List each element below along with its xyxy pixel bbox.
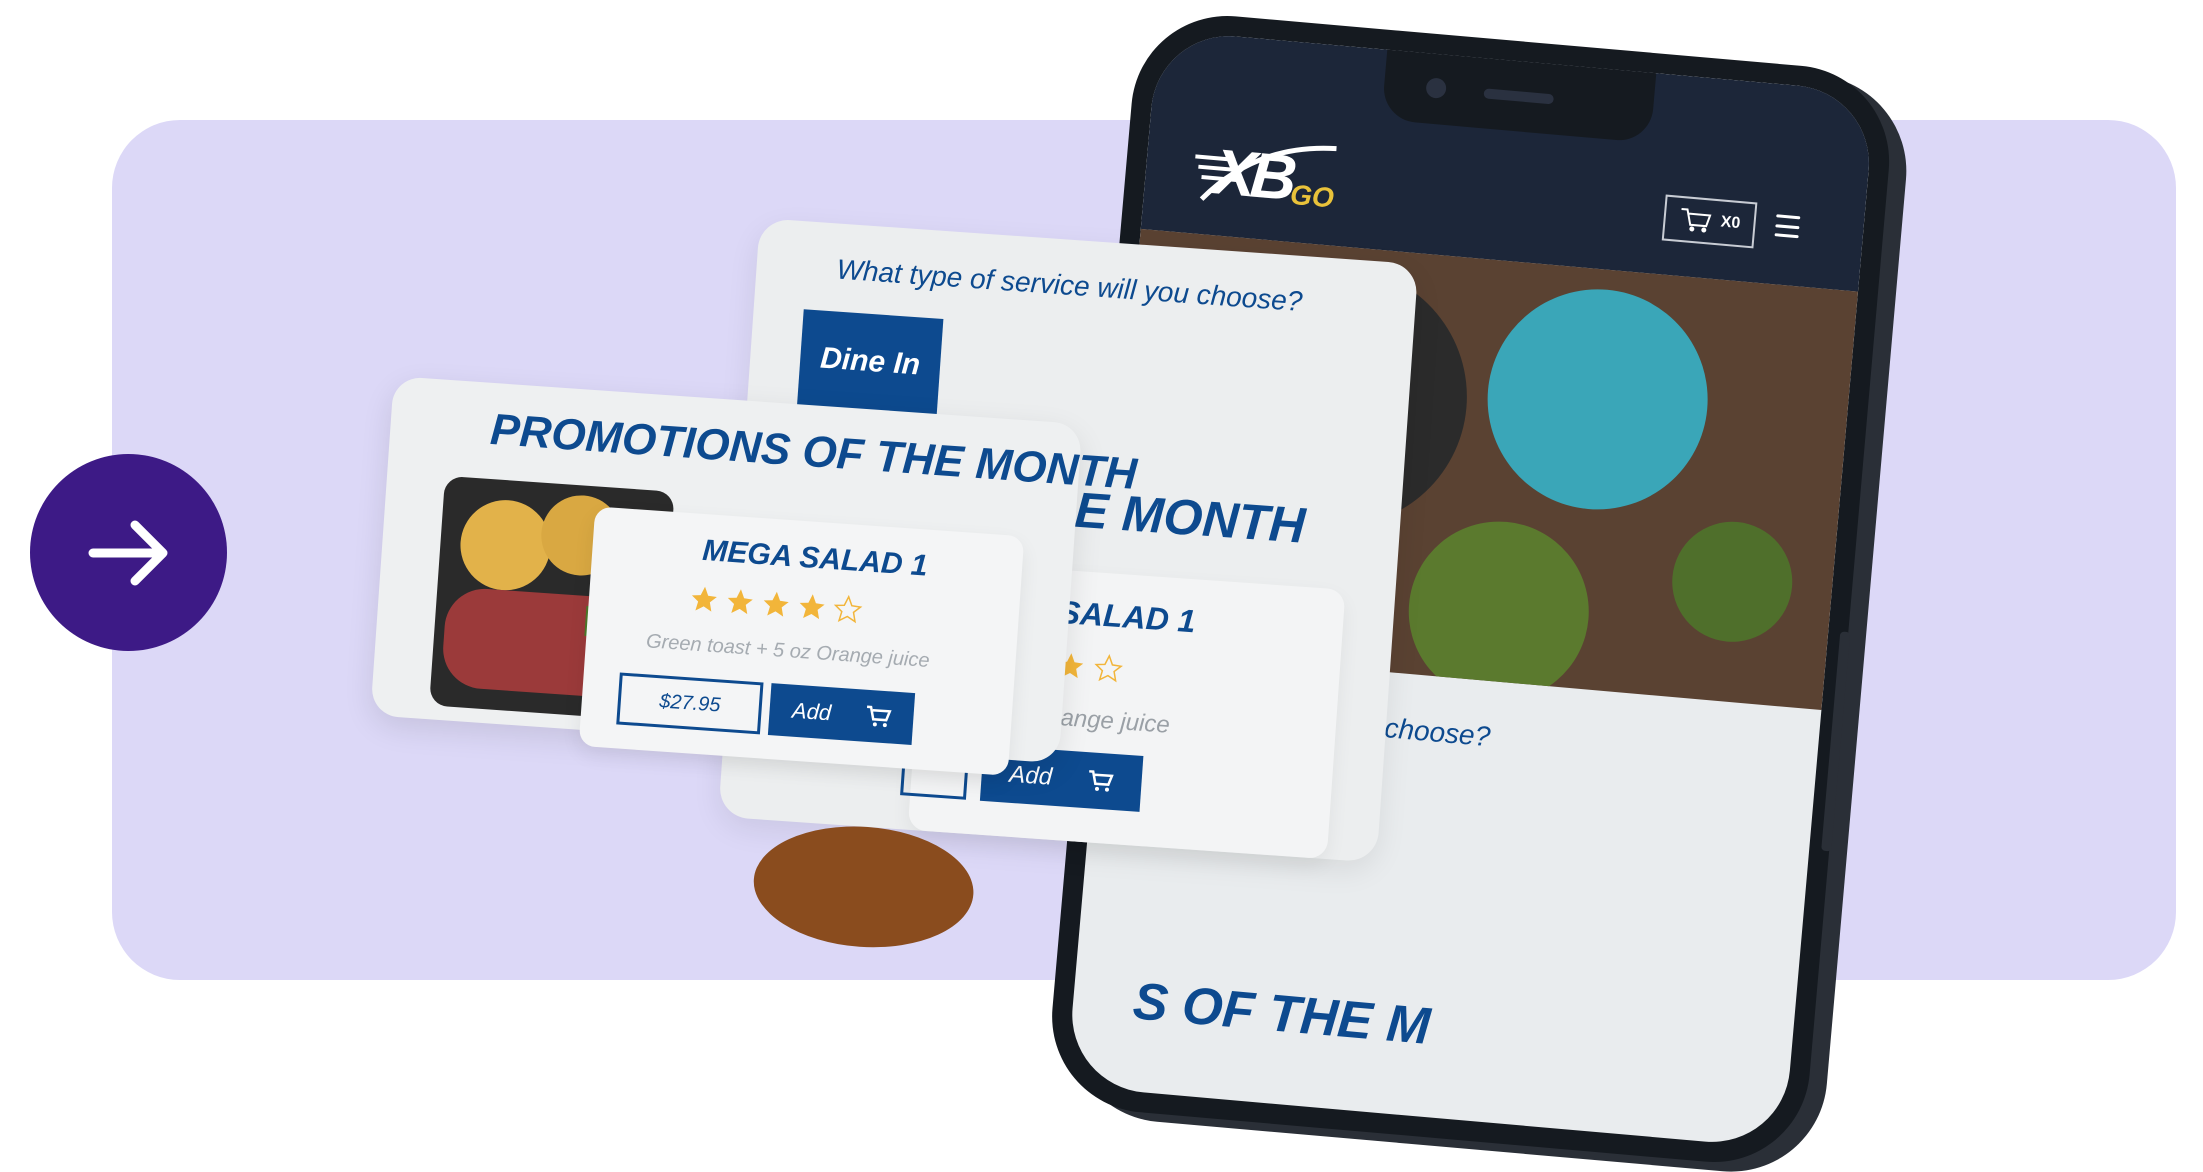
cart-icon	[1681, 207, 1712, 233]
star-icon	[833, 594, 863, 624]
add-label: Add	[791, 697, 833, 726]
star-rating	[688, 583, 864, 625]
promotion-card: PROMOTIONS OF THE MONTH MEGA SALAD 1 Gre…	[370, 376, 1138, 776]
menu-icon[interactable]	[1774, 214, 1801, 239]
cart-icon	[866, 705, 892, 728]
service-question: What type of service will you choose?	[835, 253, 1304, 318]
logo-text: XB	[1210, 135, 1294, 214]
cart-count: X0	[1720, 213, 1742, 233]
star-icon	[691, 586, 717, 612]
next-arrow-button[interactable]	[30, 454, 227, 651]
add-label: Add	[1008, 760, 1053, 791]
promotions-heading-partial: S OF THE M	[1130, 972, 1433, 1057]
star-icon	[763, 591, 789, 617]
logo-suffix: GO	[1288, 178, 1336, 214]
product-name: MEGA SALAD 1	[701, 533, 929, 583]
dine-in-button[interactable]: Dine In	[797, 309, 944, 415]
arrow-right-icon	[88, 520, 167, 585]
add-to-cart-button[interactable]: Add	[767, 683, 916, 745]
product-description: Green toast + 5 oz Orange juice	[645, 630, 931, 673]
star-icon	[799, 594, 825, 620]
star-icon	[727, 589, 753, 615]
cart-button[interactable]: X0	[1661, 194, 1758, 249]
product-card: MEGA SALAD 1 Green toast + 5 oz Orange j…	[578, 506, 1025, 776]
star-icon	[1094, 654, 1123, 683]
cart-icon	[1089, 770, 1115, 792]
app-logo[interactable]: XB GO	[1190, 128, 1347, 231]
price-tag: $27.95	[616, 672, 764, 735]
